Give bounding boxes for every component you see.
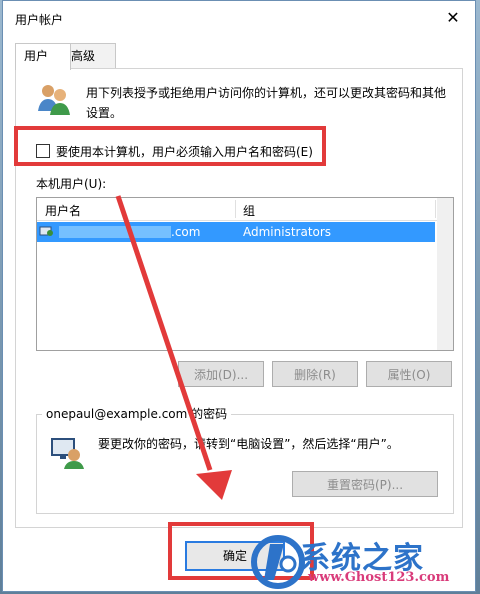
arrow-shaft bbox=[115, 195, 213, 471]
annotation-arrow bbox=[115, 195, 232, 500]
arrow-head bbox=[196, 470, 232, 500]
watermark-url: www.Ghost123.com bbox=[308, 570, 450, 585]
watermark-logo-icon bbox=[251, 535, 305, 589]
tab-users[interactable]: 用户 bbox=[15, 43, 71, 70]
